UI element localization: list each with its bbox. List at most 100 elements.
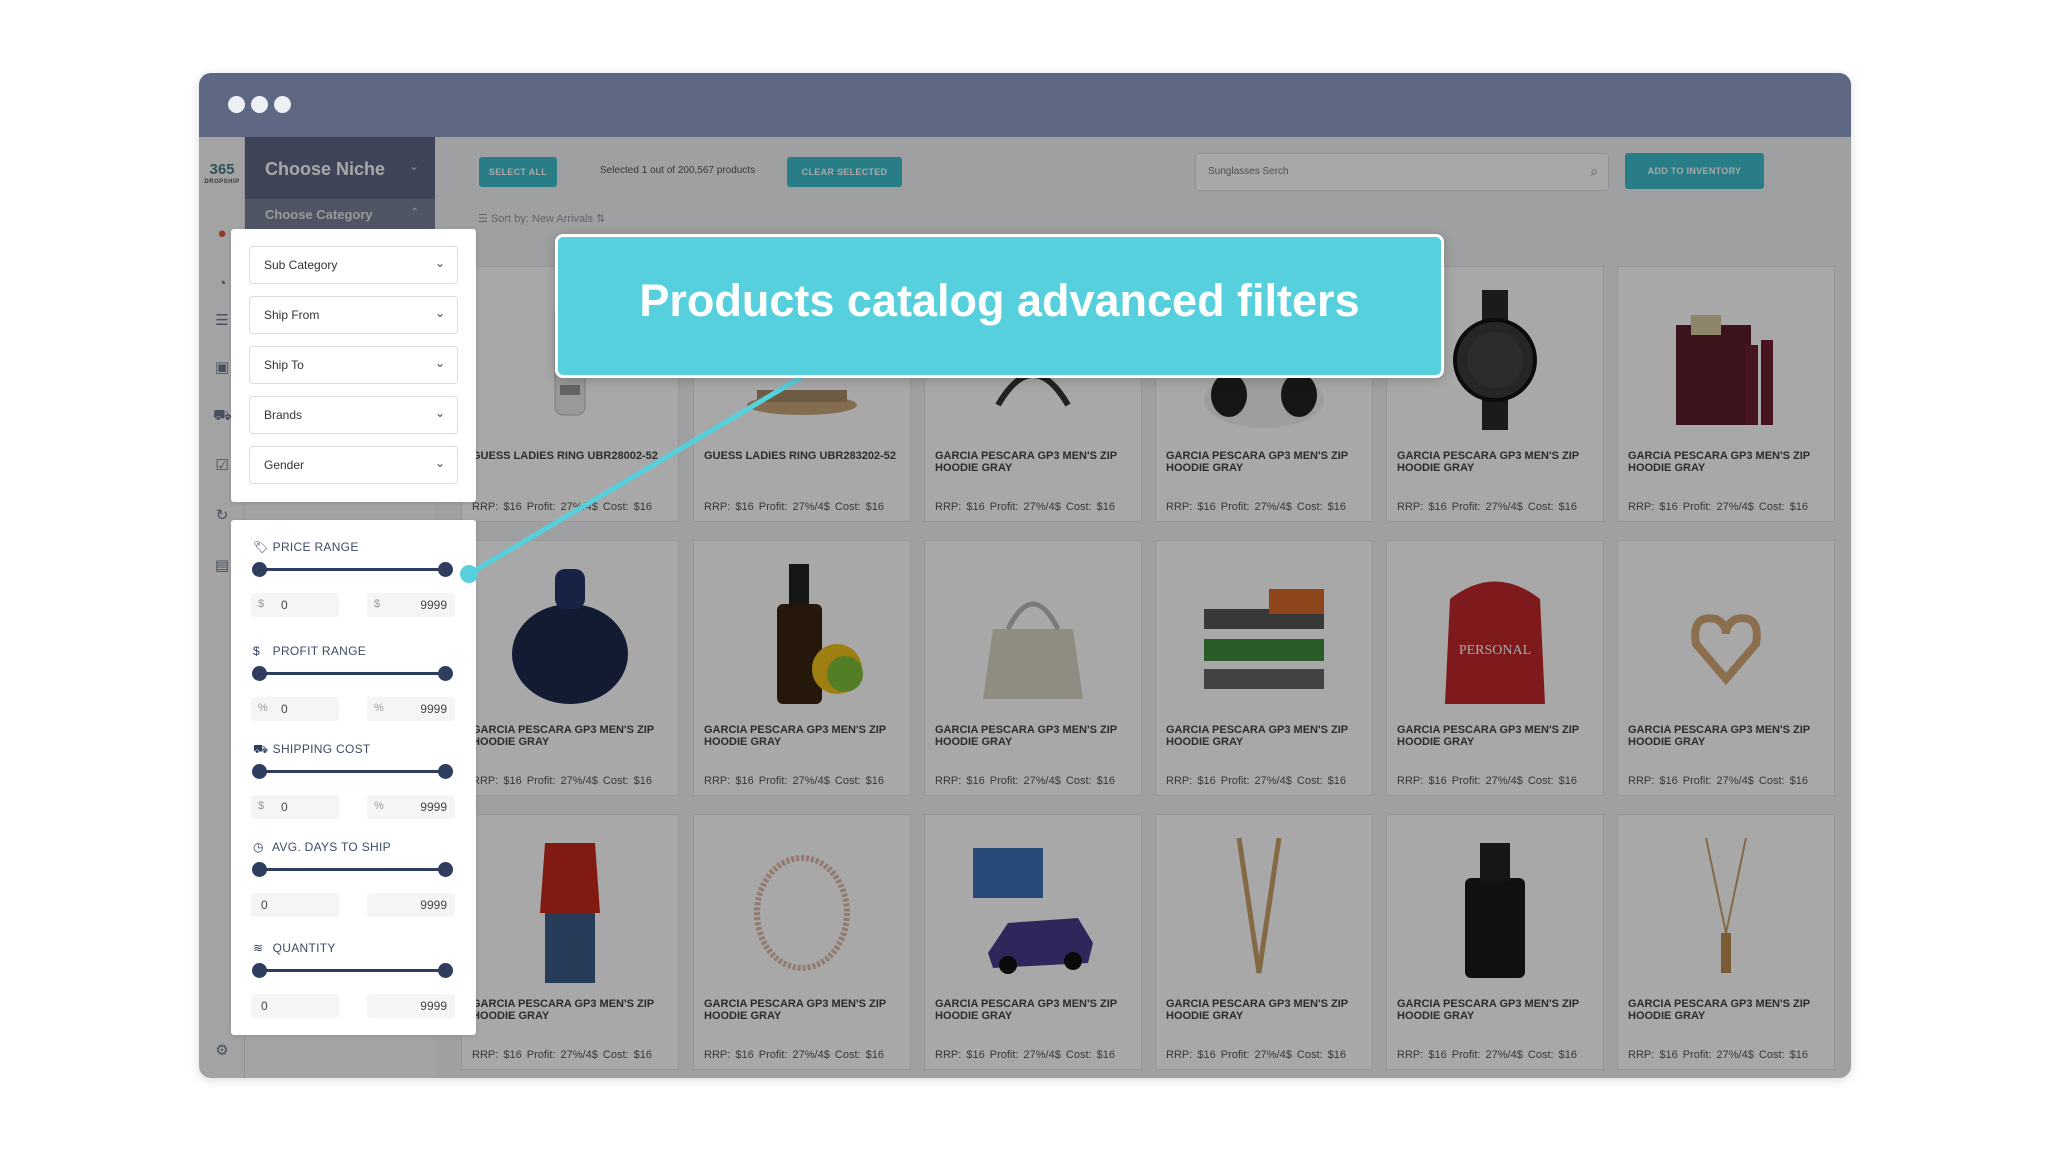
clipboard-icon[interactable]: ▤ <box>213 557 231 575</box>
product-pricing: RRP: $16 Profit: 27%/4$ Cost: $16 <box>935 1049 1115 1061</box>
sort-arrows-icon: ⇅ <box>593 213 606 225</box>
choose-category-dropdown[interactable]: Choose Category ⌃ <box>245 199 435 229</box>
range-min-input[interactable]: $0 <box>251 593 339 617</box>
min-value: 0 <box>281 702 288 716</box>
product-card[interactable]: GARCIA PESCARA GP3 MEN'S ZIP HOODIE GRAY… <box>461 814 679 1070</box>
range-max-input[interactable]: $9999 <box>367 593 455 617</box>
product-card[interactable]: GARCIA PESCARA GP3 MEN'S ZIP HOODIE GRAY… <box>924 540 1142 796</box>
product-pricing: RRP: $16 Profit: 27%/4$ Cost: $16 <box>472 501 652 513</box>
product-title: GARCIA PESCARA GP3 MEN'S ZIP HOODIE GRAY <box>1397 998 1579 1022</box>
product-card[interactable]: GARCIA PESCARA GP3 MEN'S ZIP HOODIE GRAY… <box>1617 266 1835 522</box>
window-dot-close[interactable] <box>228 96 245 113</box>
range-track[interactable] <box>259 568 445 571</box>
cart-icon[interactable]: ⛟ <box>213 407 232 425</box>
range-max-handle[interactable] <box>438 562 453 577</box>
range-min-input[interactable]: $0 <box>251 795 339 819</box>
search-icon[interactable]: ⌕ <box>1590 163 1598 180</box>
product-card[interactable]: GARCIA PESCARA GP3 MEN'S ZIP HOODIE GRAY… <box>1617 540 1835 796</box>
product-card[interactable]: GARCIA PESCARA GP3 MEN'S ZIP HOODIE GRAY… <box>1155 540 1373 796</box>
range-min-handle[interactable] <box>252 666 267 681</box>
range-track[interactable] <box>259 770 445 773</box>
layers-icon: ≋ <box>253 941 264 955</box>
filter-dropdown-brands[interactable]: Brands ⌄ <box>249 396 458 434</box>
min-value: 0 <box>281 800 288 814</box>
filter-dropdown-gender[interactable]: Gender ⌄ <box>249 446 458 484</box>
truck-icon: ⛟ <box>253 742 269 756</box>
window-dot-maximize[interactable] <box>274 96 291 113</box>
range-heading: ◷ AVG. DAYS TO SHIP <box>253 840 391 854</box>
product-pricing: RRP: $16 Profit: 27%/4$ Cost: $16 <box>472 775 652 787</box>
range-track[interactable] <box>259 868 445 871</box>
range-max-handle[interactable] <box>438 666 453 681</box>
product-title: GARCIA PESCARA GP3 MEN'S ZIP HOODIE GRAY <box>935 450 1117 474</box>
product-image <box>540 843 600 983</box>
range-heading: ⛟ SHIPPING COST <box>253 742 371 758</box>
gear-icon[interactable]: ⚙ <box>213 1042 231 1060</box>
chevron-up-icon: ⌃ <box>410 207 419 218</box>
filter-dropdown-ship-to[interactable]: Ship To ⌄ <box>249 346 458 384</box>
clear-selected-button[interactable]: CLEAR SELECTED <box>787 157 902 187</box>
product-card[interactable]: GARCIA PESCARA GP3 MEN'S ZIP HOODIE GRAY… <box>1386 814 1604 1070</box>
choose-niche-dropdown[interactable]: Choose Niche ⌄ <box>245 137 435 199</box>
product-image <box>1705 837 1747 973</box>
range-track[interactable] <box>259 969 445 972</box>
filter-dropdown-sub-category[interactable]: Sub Category ⌄ <box>249 246 458 284</box>
refresh-icon[interactable]: ↻ <box>213 507 231 525</box>
product-title: GUESS LADIES RING UBR28002-52 <box>472 450 658 462</box>
range-max-input[interactable]: % 9999 <box>367 697 455 721</box>
range-track[interactable] <box>259 672 445 675</box>
window-dot-minimize[interactable] <box>251 96 268 113</box>
product-card[interactable]: GARCIA PESCARA GP3 MEN'S ZIP HOODIE GRAY… <box>924 814 1142 1070</box>
range-min-handle[interactable] <box>252 764 267 779</box>
product-card[interactable]: GARCIA PESCARA GP3 MEN'S ZIP HOODIE GRAY… <box>693 814 911 1070</box>
product-title: GARCIA PESCARA GP3 MEN'S ZIP HOODIE GRAY <box>472 998 654 1022</box>
product-title: GARCIA PESCARA GP3 MEN'S ZIP HOODIE GRAY <box>935 724 1117 748</box>
product-card[interactable]: GARCIA PESCARA GP3 MEN'S ZIP HOODIE GRAY… <box>693 540 911 796</box>
range-max-handle[interactable] <box>438 963 453 978</box>
dashboard-icon[interactable]: ◔ <box>213 275 231 293</box>
product-title: GARCIA PESCARA GP3 MEN'S ZIP HOODIE GRAY <box>1628 450 1810 474</box>
clock-icon: ◷ <box>253 840 264 854</box>
range-min-input[interactable]: 0 <box>251 994 339 1018</box>
range-min-input[interactable]: 0 <box>251 893 339 917</box>
product-pricing: RRP: $16 Profit: 27%/4$ Cost: $16 <box>1397 1049 1577 1061</box>
max-value: 9999 <box>420 999 447 1013</box>
product-image <box>1691 614 1761 686</box>
min-value: 0 <box>281 598 288 612</box>
product-title: GARCIA PESCARA GP3 MEN'S ZIP HOODIE GRAY <box>935 998 1117 1022</box>
range-min-handle[interactable] <box>252 862 267 877</box>
product-card[interactable]: GARCIA PESCARA GP3 MEN'S ZIP HOODIE GRAY… <box>461 540 679 796</box>
product-title: GUESS LADIES RING UBR283202-52 <box>704 450 896 462</box>
product-image <box>973 848 1093 974</box>
app-logo[interactable]: 365 DROPSHIP <box>204 162 240 188</box>
filter-dropdown-ship-from[interactable]: Ship From ⌄ <box>249 296 458 334</box>
dropdown-label: Ship To <box>264 358 304 372</box>
range-min-input[interactable]: % 0 <box>251 697 339 721</box>
add-to-inventory-button[interactable]: ADD TO INVENTORY <box>1625 153 1764 189</box>
search-input[interactable]: Sunglasses Serch ⌕ <box>1195 153 1609 191</box>
product-card[interactable]: GARCIA PESCARA GP3 MEN'S ZIP HOODIE GRAY… <box>1155 814 1373 1070</box>
range-max-handle[interactable] <box>438 764 453 779</box>
product-card[interactable]: GARCIA PESCARA GP3 MEN'S ZIP HOODIE GRAY… <box>1617 814 1835 1070</box>
product-card[interactable]: PERSONAL GARCIA PESCARA GP3 MEN'S ZIP HOO… <box>1386 540 1604 796</box>
list-icon[interactable]: ☰ <box>213 312 231 330</box>
filter-dropdowns-panel: Sub Category ⌄ Ship From ⌄ Ship To ⌄ Brands ⌄ Ge… <box>231 229 476 502</box>
max-value: 9999 <box>420 898 447 912</box>
product-title: GARCIA PESCARA GP3 MEN'S ZIP HOODIE GRAY <box>704 724 886 748</box>
product-image <box>1676 315 1773 425</box>
range-max-handle[interactable] <box>438 862 453 877</box>
range-min-handle[interactable] <box>252 963 267 978</box>
product-image <box>983 601 1083 699</box>
avatar[interactable]: ● <box>213 225 231 243</box>
select-all-button[interactable]: SELECT ALL <box>479 157 557 187</box>
dropdown-label: Gender <box>264 458 305 472</box>
product-image <box>1465 843 1525 978</box>
range-max-input[interactable]: 9999 <box>367 994 455 1018</box>
sort-dropdown[interactable]: ☰ Sort by: New Arrivals ⇅ <box>478 212 605 225</box>
range-max-input[interactable]: % 9999 <box>367 795 455 819</box>
box-icon[interactable]: ▣ <box>213 359 231 377</box>
range-min-handle[interactable] <box>252 562 267 577</box>
range-max-input[interactable]: 9999 <box>367 893 455 917</box>
check-icon[interactable]: ☑ <box>213 457 231 475</box>
category-label: Choose Category <box>265 207 373 222</box>
